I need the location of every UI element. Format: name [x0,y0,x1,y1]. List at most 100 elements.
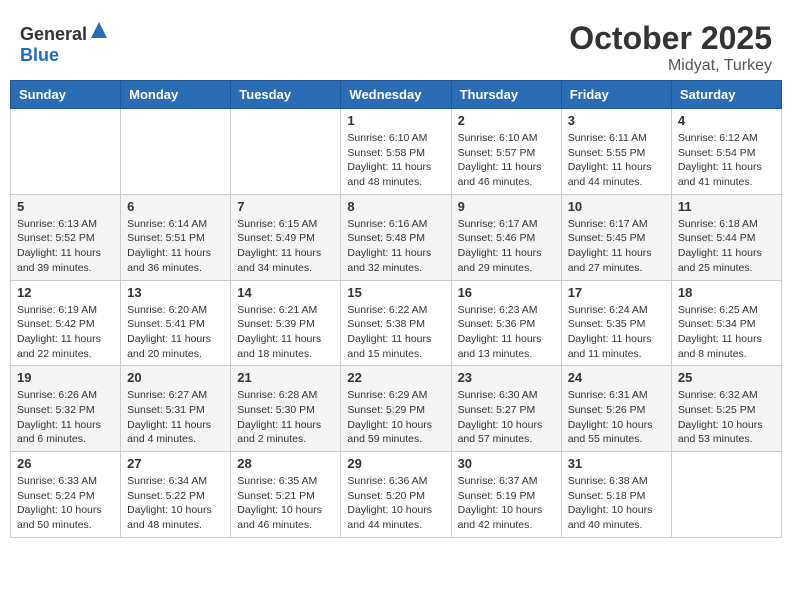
day-info: Sunrise: 6:16 AM Sunset: 5:48 PM Dayligh… [347,217,444,276]
day-info: Sunrise: 6:10 AM Sunset: 5:58 PM Dayligh… [347,131,444,190]
calendar-cell: 2 Sunrise: 6:10 AM Sunset: 5:57 PM Daylig… [451,109,561,195]
weekday-header-thursday: Thursday [451,81,561,109]
day-info: Sunrise: 6:24 AM Sunset: 5:35 PM Dayligh… [568,303,665,362]
calendar-cell: 7Sunrise: 6:15 AM Sunset: 5:49 PM Daylig… [231,194,341,280]
calendar-cell: 24 Sunrise: 6:31 AM Sunset: 5:26 PM Dayli… [561,366,671,452]
logo-icon [89,20,109,40]
calendar-cell: 1 Sunrise: 6:10 AM Sunset: 5:58 PM Daylig… [341,109,451,195]
day-info: Sunrise: 6:17 AM Sunset: 5:46 PM Dayligh… [458,217,555,276]
calendar-cell: 14 Sunrise: 6:21 AM Sunset: 5:39 PM Dayli… [231,280,341,366]
day-number: 13 [127,285,224,300]
location-title: Midyat, Turkey [569,57,772,75]
week-row-1: 1 Sunrise: 6:10 AM Sunset: 5:58 PM Daylig… [11,109,782,195]
day-info: Sunrise: 6:32 AM Sunset: 5:25 PM Dayligh… [678,388,775,447]
day-info: Sunrise: 6:33 AM Sunset: 5:24 PM Dayligh… [17,474,114,533]
month-title: October 2025 [569,20,772,57]
calendar-cell: 9 Sunrise: 6:17 AM Sunset: 5:46 PM Daylig… [451,194,561,280]
day-number: 26 [17,456,114,471]
day-number: 20 [127,370,224,385]
day-number: 31 [568,456,665,471]
calendar-cell: 27 Sunrise: 6:34 AM Sunset: 5:22 PM Dayli… [121,452,231,538]
day-info: Sunrise: 6:21 AM Sunset: 5:39 PM Dayligh… [237,303,334,362]
calendar-cell: 25 Sunrise: 6:32 AM Sunset: 5:25 PM Dayli… [671,366,781,452]
weekday-header-sunday: Sunday [11,81,121,109]
day-number: 14 [237,285,334,300]
day-info: Sunrise: 6:37 AM Sunset: 5:19 PM Dayligh… [458,474,555,533]
day-number: 24 [568,370,665,385]
day-number: 12 [17,285,114,300]
day-number: 1 [347,113,444,128]
day-number: 30 [458,456,555,471]
calendar-cell: 5 Sunrise: 6:13 AM Sunset: 5:52 PM Daylig… [11,194,121,280]
day-number: 22 [347,370,444,385]
day-info: Sunrise: 6:14 AM Sunset: 5:51 PM Dayligh… [127,217,224,276]
calendar-cell: 19 Sunrise: 6:26 AM Sunset: 5:32 PM Dayli… [11,366,121,452]
day-number: 17 [568,285,665,300]
day-info: Sunrise: 6:27 AM Sunset: 5:31 PM Dayligh… [127,388,224,447]
day-info: Sunrise: 6:28 AM Sunset: 5:30 PM Dayligh… [237,388,334,447]
calendar-cell: 4 Sunrise: 6:12 AM Sunset: 5:54 PM Daylig… [671,109,781,195]
day-info: Sunrise: 6:34 AM Sunset: 5:22 PM Dayligh… [127,474,224,533]
day-info: Sunrise: 6:18 AM Sunset: 5:44 PM Dayligh… [678,217,775,276]
title-block: October 2025 Midyat, Turkey [569,20,772,75]
calendar-cell: 3 Sunrise: 6:11 AM Sunset: 5:55 PM Daylig… [561,109,671,195]
day-info: Sunrise: 6:30 AM Sunset: 5:27 PM Dayligh… [458,388,555,447]
weekday-header-saturday: Saturday [671,81,781,109]
day-number: 4 [678,113,775,128]
logo-blue: Blue [20,45,59,65]
day-number: 5 [17,199,114,214]
day-number: 29 [347,456,444,471]
day-info: Sunrise: 6:22 AM Sunset: 5:38 PM Dayligh… [347,303,444,362]
day-info: Sunrise: 6:36 AM Sunset: 5:20 PM Dayligh… [347,474,444,533]
calendar-cell: 26 Sunrise: 6:33 AM Sunset: 5:24 PM Dayli… [11,452,121,538]
day-info: Sunrise: 6:10 AM Sunset: 5:57 PM Dayligh… [458,131,555,190]
calendar-cell: 11Sunrise: 6:18 AM Sunset: 5:44 PM Dayli… [671,194,781,280]
calendar-table: SundayMondayTuesdayWednesdayThursdayFrid… [10,80,782,538]
calendar-cell: 30 Sunrise: 6:37 AM Sunset: 5:19 PM Dayli… [451,452,561,538]
day-number: 18 [678,285,775,300]
day-info: Sunrise: 6:20 AM Sunset: 5:41 PM Dayligh… [127,303,224,362]
calendar-cell: 16Sunrise: 6:23 AM Sunset: 5:36 PM Dayli… [451,280,561,366]
day-number: 9 [458,199,555,214]
calendar-cell [671,452,781,538]
day-number: 7 [237,199,334,214]
day-info: Sunrise: 6:26 AM Sunset: 5:32 PM Dayligh… [17,388,114,447]
calendar-cell: 29 Sunrise: 6:36 AM Sunset: 5:20 PM Dayli… [341,452,451,538]
day-info: Sunrise: 6:25 AM Sunset: 5:34 PM Dayligh… [678,303,775,362]
day-info: Sunrise: 6:11 AM Sunset: 5:55 PM Dayligh… [568,131,665,190]
day-number: 21 [237,370,334,385]
calendar-cell: 28Sunrise: 6:35 AM Sunset: 5:21 PM Dayli… [231,452,341,538]
day-number: 27 [127,456,224,471]
day-number: 19 [17,370,114,385]
calendar-cell: 17 Sunrise: 6:24 AM Sunset: 5:35 PM Dayli… [561,280,671,366]
calendar-header-row: SundayMondayTuesdayWednesdayThursdayFrid… [11,81,782,109]
calendar-cell: 12 Sunrise: 6:19 AM Sunset: 5:42 PM Dayli… [11,280,121,366]
weekday-header-monday: Monday [121,81,231,109]
calendar-cell: 15 Sunrise: 6:22 AM Sunset: 5:38 PM Dayli… [341,280,451,366]
day-info: Sunrise: 6:13 AM Sunset: 5:52 PM Dayligh… [17,217,114,276]
calendar-cell: 22Sunrise: 6:29 AM Sunset: 5:29 PM Dayli… [341,366,451,452]
calendar-cell: 18 Sunrise: 6:25 AM Sunset: 5:34 PM Dayli… [671,280,781,366]
calendar-cell: 6Sunrise: 6:14 AM Sunset: 5:51 PM Daylig… [121,194,231,280]
logo: General Blue [20,20,109,66]
calendar-cell [11,109,121,195]
week-row-5: 26 Sunrise: 6:33 AM Sunset: 5:24 PM Dayli… [11,452,782,538]
week-row-4: 19 Sunrise: 6:26 AM Sunset: 5:32 PM Dayli… [11,366,782,452]
day-info: Sunrise: 6:31 AM Sunset: 5:26 PM Dayligh… [568,388,665,447]
day-number: 2 [458,113,555,128]
day-number: 3 [568,113,665,128]
calendar-cell: 13 Sunrise: 6:20 AM Sunset: 5:41 PM Dayli… [121,280,231,366]
calendar-cell: 10Sunrise: 6:17 AM Sunset: 5:45 PM Dayli… [561,194,671,280]
calendar-cell: 21 Sunrise: 6:28 AM Sunset: 5:30 PM Dayli… [231,366,341,452]
logo-block: General Blue [20,20,109,66]
day-info: Sunrise: 6:35 AM Sunset: 5:21 PM Dayligh… [237,474,334,533]
weekday-header-tuesday: Tuesday [231,81,341,109]
day-info: Sunrise: 6:17 AM Sunset: 5:45 PM Dayligh… [568,217,665,276]
day-number: 16 [458,285,555,300]
week-row-3: 12 Sunrise: 6:19 AM Sunset: 5:42 PM Dayli… [11,280,782,366]
day-number: 25 [678,370,775,385]
day-info: Sunrise: 6:19 AM Sunset: 5:42 PM Dayligh… [17,303,114,362]
day-info: Sunrise: 6:12 AM Sunset: 5:54 PM Dayligh… [678,131,775,190]
calendar-cell [231,109,341,195]
day-number: 15 [347,285,444,300]
